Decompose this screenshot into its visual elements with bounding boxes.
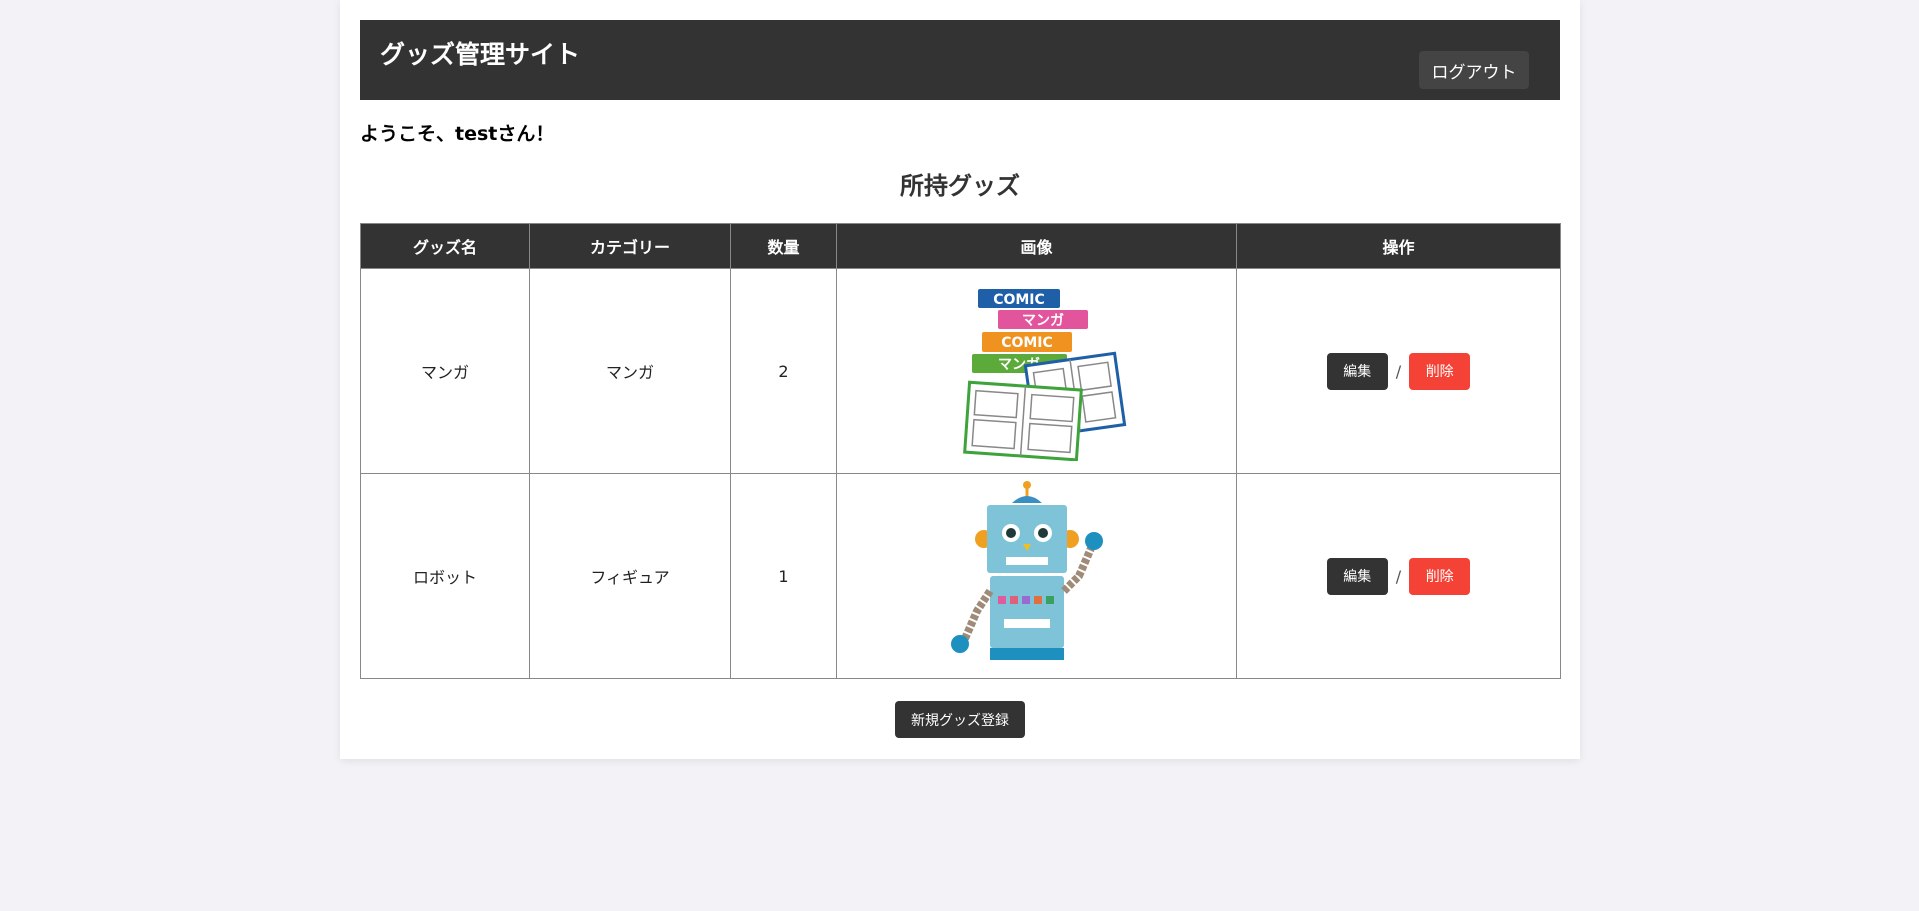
goods-image-cell	[836, 473, 1237, 679]
goods-actions: 編集 / 削除	[1236, 268, 1561, 474]
edit-button[interactable]: 編集	[1326, 557, 1388, 595]
column-header-quantity: 数量	[730, 223, 837, 269]
action-separator: /	[1395, 361, 1402, 381]
logout-button[interactable]: ログアウト	[1419, 51, 1529, 89]
goods-name: マンガ	[360, 268, 530, 474]
manga-book-spine-text: COMIC	[993, 292, 1045, 308]
manga-book-spine-text: マンガ	[1022, 313, 1064, 329]
section-title: 所持グッズ	[900, 172, 1020, 200]
site-title: グッズ管理サイト	[380, 40, 581, 69]
main-panel: グッズ管理サイト ログアウト ようこそ、testさん！ 所持グッズ グッズ名 カ…	[340, 0, 1580, 759]
goods-quantity: 1	[730, 473, 837, 679]
delete-button[interactable]: 削除	[1409, 352, 1471, 390]
goods-quantity: 2	[730, 268, 837, 474]
column-header-image: 画像	[836, 223, 1237, 269]
manga-book-spine-text: COMIC	[1001, 335, 1053, 351]
site-header: グッズ管理サイト ログアウト	[360, 20, 1560, 100]
delete-button[interactable]: 削除	[1409, 557, 1471, 595]
column-header-category: カテゴリー	[529, 223, 731, 269]
goods-name: ロボット	[360, 473, 530, 679]
table-row: マンガ マンガ 2 COMIC マンガ COMIC マンガ 編集 / 削除	[360, 268, 1561, 474]
goods-actions: 編集 / 削除	[1236, 473, 1561, 679]
new-goods-button[interactable]: 新規グッズ登録	[895, 701, 1025, 738]
table-row: ロボット フィギュア 1 編集 / 削除	[360, 473, 1561, 679]
goods-image-cell: COMIC マンガ COMIC マンガ	[836, 268, 1237, 474]
goods-category: マンガ	[529, 268, 731, 474]
column-header-actions: 操作	[1236, 223, 1561, 269]
welcome-message: ようこそ、testさん！	[360, 123, 555, 145]
manga-illustration: COMIC マンガ COMIC マンガ	[962, 289, 1126, 461]
robot-illustration	[950, 481, 1103, 660]
edit-button[interactable]: 編集	[1326, 352, 1388, 390]
goods-category: フィギュア	[529, 473, 731, 679]
action-separator: /	[1395, 566, 1402, 586]
column-header-name: グッズ名	[360, 223, 530, 269]
table-header-row: グッズ名 カテゴリー 数量 画像 操作	[360, 223, 1561, 269]
goods-table: グッズ名 カテゴリー 数量 画像 操作 マンガ マンガ 2 COMIC マンガ	[360, 223, 1561, 679]
